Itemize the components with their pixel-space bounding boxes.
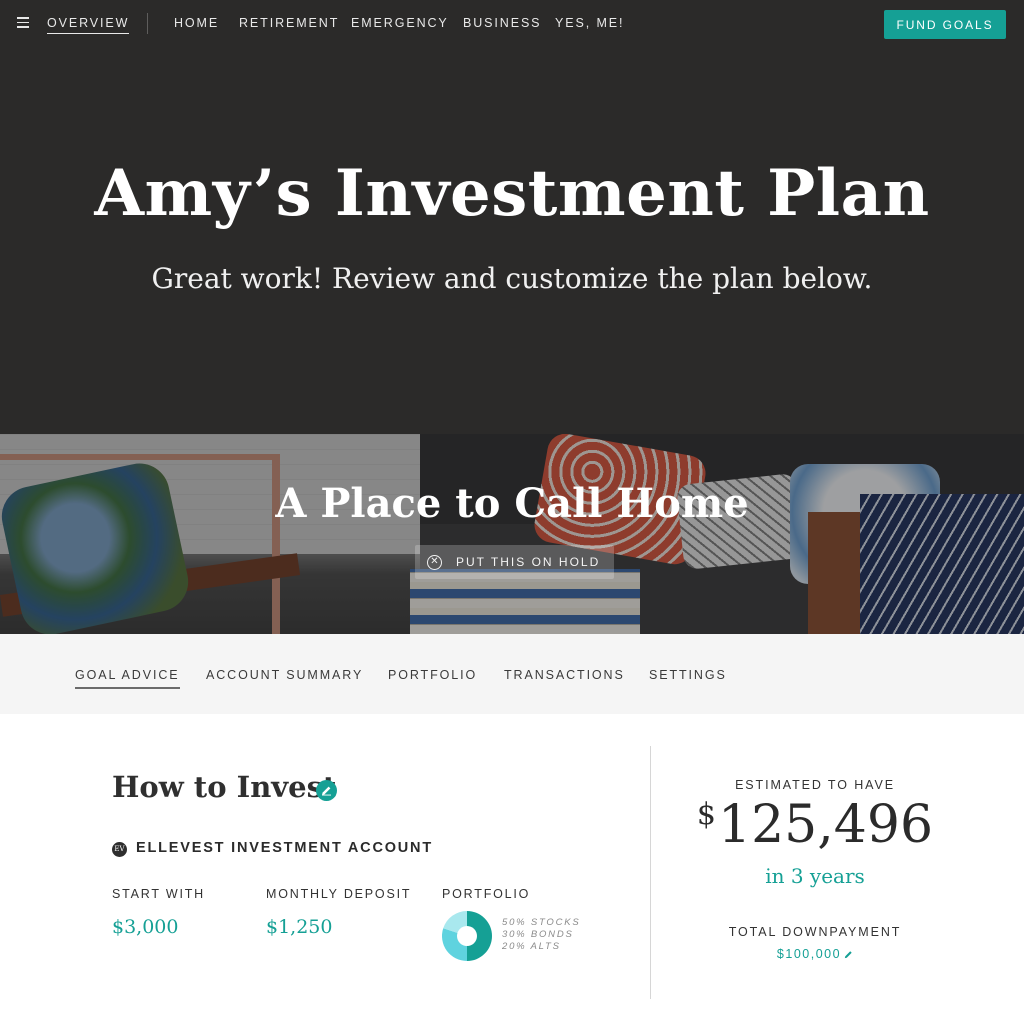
account-name: ELLEVEST INVESTMENT ACCOUNT — [136, 840, 433, 856]
estimated-value: 125,496 — [718, 795, 934, 855]
how-to-invest-title: How to Invest — [112, 770, 337, 804]
ellevest-logo: EV — [112, 842, 127, 857]
start-with-label: START WITH — [112, 887, 205, 901]
start-with-value: $3,000 — [112, 916, 179, 938]
nav-emergency[interactable]: EMERGENCY — [351, 16, 449, 30]
pencil-icon — [844, 948, 853, 962]
downpayment-value: $100,000 — [776, 947, 842, 961]
goal-tabs: GOAL ADVICE ACCOUNT SUMMARY PORTFOLIO TR… — [0, 634, 1024, 714]
nav-retirement[interactable]: RETIREMENT — [239, 16, 339, 30]
portfolio-donut-chart — [442, 911, 492, 961]
top-navigation: OVERVIEW HOME RETIREMENT EMERGENCY BUSIN… — [0, 0, 1024, 48]
nav-yes-me[interactable]: YES, ME! — [555, 16, 624, 30]
close-circle-icon: ✕ — [427, 554, 442, 570]
tab-settings[interactable]: SETTINGS — [649, 668, 727, 682]
nav-business[interactable]: BUSINESS — [463, 16, 541, 30]
monthly-deposit-label: MONTHLY DEPOSIT — [266, 887, 412, 901]
downpayment-value-link[interactable]: $100,000 — [650, 947, 980, 962]
portfolio-allocation: 50% STOCKS 30% BONDS 20% ALTS — [502, 917, 581, 953]
downpayment-label: TOTAL DOWNPAYMENT — [728, 925, 902, 939]
page-title: Amy’s Investment Plan — [94, 156, 930, 231]
allocation-stocks: 50% STOCKS — [502, 917, 581, 928]
nav-divider — [147, 13, 148, 34]
put-on-hold-label: PUT THIS ON HOLD — [456, 555, 601, 569]
goal-title: A Place to Call Home — [275, 480, 749, 527]
hamburger-icon[interactable] — [17, 17, 29, 28]
nav-overview[interactable]: OVERVIEW — [47, 16, 130, 34]
estimated-amount: $125,496 — [650, 795, 980, 855]
edit-icon[interactable] — [316, 780, 337, 801]
tab-transactions[interactable]: TRANSACTIONS — [504, 668, 625, 682]
fund-goals-button[interactable]: FUND GOALS — [884, 10, 1006, 39]
currency-symbol: $ — [696, 797, 717, 832]
allocation-bonds: 30% BONDS — [502, 929, 574, 940]
tab-account-summary[interactable]: ACCOUNT SUMMARY — [206, 668, 363, 682]
monthly-deposit-value: $1,250 — [266, 916, 333, 938]
tab-portfolio[interactable]: PORTFOLIO — [388, 668, 477, 682]
put-on-hold-button[interactable]: ✕ PUT THIS ON HOLD — [415, 545, 614, 579]
allocation-alts: 20% ALTS — [502, 941, 561, 952]
goal-banner: A Place to Call Home ✕ PUT THIS ON HOLD — [0, 434, 1024, 634]
page-subtitle: Great work! Review and customize the pla… — [151, 262, 873, 295]
banner-overlay — [0, 434, 1024, 634]
hero: Amy’s Investment Plan Great work! Review… — [0, 48, 1024, 434]
estimated-label: ESTIMATED TO HAVE — [735, 778, 895, 792]
portfolio-label: PORTFOLIO — [442, 887, 531, 901]
tab-goal-advice[interactable]: GOAL ADVICE — [75, 668, 180, 689]
estimated-timeframe: in 3 years — [765, 864, 865, 888]
nav-home[interactable]: HOME — [174, 16, 219, 30]
